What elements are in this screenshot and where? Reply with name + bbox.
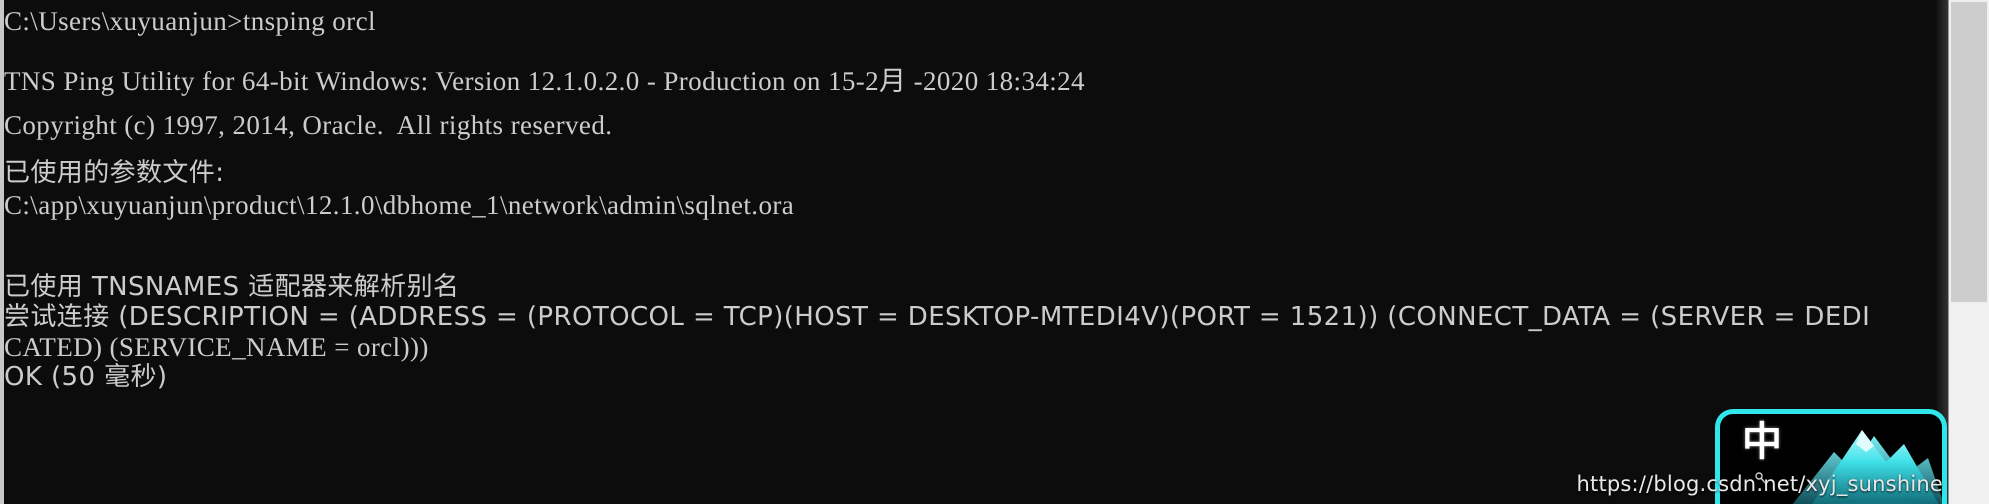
console-line: CATED) (SERVICE_NAME = orcl)))	[4, 332, 429, 362]
console-line: TNS Ping Utility for 64-bit Windows: Ver…	[4, 66, 1085, 96]
console-line: OK (50 毫秒)	[4, 362, 168, 392]
watermark-text: https://blog.csdn.net/xyj_sunshine	[1576, 472, 1943, 496]
console-line: C:\app\xuyuanjun\product\12.1.0\dbhome_1…	[4, 190, 795, 220]
console-line: C:\Users\xuyuanjun>tnsping orcl	[4, 6, 376, 36]
console-output-area[interactable]: C:\Users\xuyuanjun>tnsping orcl TNS Ping …	[0, 0, 1949, 504]
scrollbar-track[interactable]	[1949, 0, 1989, 504]
scrollbar-thumb[interactable]	[1951, 2, 1987, 302]
command-prompt-window[interactable]: C:\Users\xuyuanjun>tnsping orcl TNS Ping …	[0, 0, 1989, 504]
window-left-edge	[0, 0, 4, 504]
console-line: 已使用 TNSNAMES 适配器来解析别名	[4, 272, 460, 302]
console-line: Copyright (c) 1997, 2014, Oracle. All ri…	[4, 110, 613, 140]
console-line: 已使用的参数文件:	[4, 158, 225, 188]
ime-mode-label: 中	[1742, 419, 1782, 465]
vertical-scrollbar[interactable]	[1935, 0, 1989, 504]
console-line: 尝试连接 (DESCRIPTION = (ADDRESS = (PROTOCOL…	[4, 302, 1871, 332]
